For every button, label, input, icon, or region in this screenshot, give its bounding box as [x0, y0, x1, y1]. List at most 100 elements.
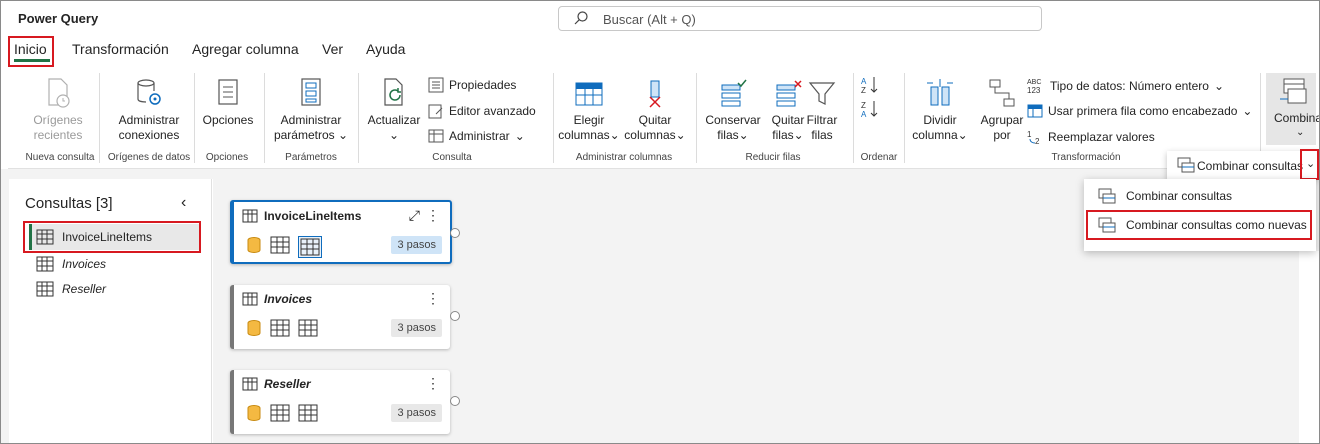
menu-item-combine-queries[interactable]: Combinar consultas: [1092, 183, 1308, 209]
more-options-icon[interactable]: ⋮: [426, 207, 440, 224]
recent-sources-label: Orígenes: [33, 113, 83, 127]
combine-queries-split-button[interactable]: Combinar consultas ⌄: [1167, 151, 1319, 180]
filter-rows-label: Filtrar: [806, 113, 838, 127]
replace-values-label: Reemplazar valores: [1048, 130, 1155, 144]
group-label-origenes: Orígenes de datos: [107, 152, 191, 163]
group-label-nueva-consulta: Nueva consulta: [25, 152, 95, 163]
replace-values-button[interactable]: 12 Reemplazar valores: [1027, 129, 1155, 145]
tab-agregar-columna[interactable]: Agregar columna: [192, 41, 299, 57]
manage-button[interactable]: Administrar ⌄: [428, 128, 525, 144]
table-icon: [270, 404, 290, 422]
ribbon-tabs: Inicio Transformación Agregar columna Ve…: [1, 37, 1319, 67]
separator: [904, 73, 905, 163]
choose-columns-button[interactable]: Elegir columnas⌄: [558, 77, 620, 143]
data-type-label: Tipo de datos: Número entero: [1050, 79, 1209, 93]
advanced-editor-label: Editor avanzado: [449, 104, 536, 118]
tab-ayuda[interactable]: Ayuda: [366, 41, 405, 57]
sort-ascending-button[interactable]: AZ: [858, 75, 882, 99]
keep-rows-label-2: filas: [717, 128, 739, 142]
card-title: Invoices: [264, 292, 313, 306]
table-icon: [298, 404, 318, 422]
svg-text:A: A: [861, 77, 867, 86]
svg-text:Z: Z: [861, 86, 866, 95]
manage-parameters-button[interactable]: Administrar parámetros ⌄: [270, 77, 352, 143]
remove-columns-label: Quitar: [638, 113, 672, 127]
group-label-ordenar: Ordenar: [860, 152, 898, 163]
combine-icon: [1280, 78, 1307, 104]
keep-rows-button[interactable]: Conservar filas⌄: [702, 77, 764, 143]
connector-dot[interactable]: [450, 396, 460, 406]
connector-dot[interactable]: [450, 228, 460, 238]
recent-sources-button[interactable]: Orígenes recientes: [30, 77, 86, 143]
manage-connections-button[interactable]: Administrar conexiones: [104, 77, 194, 143]
query-card-invoicelineitems[interactable]: InvoiceLineItems ⤢ ⋮ 3 pasos: [230, 200, 460, 264]
steps-badge: 3 pasos: [391, 404, 442, 422]
table-icon: [242, 209, 258, 223]
canvas-gap: [1, 169, 1319, 179]
tab-transformacion[interactable]: Transformación: [72, 41, 169, 57]
group-label-parametros: Parámetros: [285, 152, 337, 163]
highlight-dropdown-chevron: [1300, 149, 1319, 180]
group-label-opciones: Opciones: [205, 152, 249, 163]
separator: [1260, 73, 1261, 163]
table-icon: [36, 256, 54, 272]
advanced-editor-icon: [428, 104, 443, 119]
title-bar: Power Query Buscar (Alt + Q): [1, 1, 1319, 37]
connector-dot[interactable]: [450, 311, 460, 321]
advanced-editor-button[interactable]: Editor avanzado: [428, 103, 536, 119]
header-row-icon: [1027, 104, 1043, 118]
separator: [696, 73, 697, 163]
table-icon: [36, 281, 54, 297]
group-by-button[interactable]: Agrupar por: [976, 77, 1028, 143]
options-button[interactable]: Opciones: [200, 77, 256, 128]
merge-queries-icon: [1098, 188, 1116, 204]
data-type-button[interactable]: ABC 123 Tipo de datos: Número entero ⌄: [1027, 77, 1224, 95]
tab-ver[interactable]: Ver: [322, 41, 343, 57]
ribbon: Orígenes recientes Nueva consulta Admini…: [8, 69, 1319, 169]
app-title: Power Query: [18, 11, 99, 26]
use-first-row-button[interactable]: Usar primera fila como encabezado ⌄: [1027, 103, 1252, 119]
choose-columns-label-2: columnas: [558, 128, 610, 142]
filter-rows-button[interactable]: Filtrar filas: [806, 77, 838, 143]
query-card-invoices[interactable]: Invoices ⋮ 3 pasos: [230, 285, 460, 349]
power-query-window: Power Query Buscar (Alt + Q) Inicio Tran…: [0, 0, 1320, 444]
database-icon: [247, 237, 261, 254]
expand-icon[interactable]: ⤢: [409, 207, 420, 224]
highlight-combine-as-new: [1086, 210, 1312, 240]
more-options-icon[interactable]: ⋮: [426, 375, 440, 392]
collapse-pane-icon[interactable]: ‹: [181, 194, 186, 212]
remove-rows-button[interactable]: Quitar filas⌄: [766, 77, 810, 143]
search-placeholder: Buscar (Alt + Q): [603, 12, 696, 27]
group-by-label-2: por: [993, 128, 1011, 142]
recent-sources-label-2: recientes: [33, 128, 83, 142]
svg-text:A: A: [861, 110, 867, 119]
table-icon: [428, 129, 444, 143]
parameters-icon: [301, 78, 321, 106]
combine-button[interactable]: Combinar ⌄: [1266, 73, 1319, 145]
table-icon: [270, 319, 290, 337]
refresh-label: Actualizar: [367, 113, 421, 127]
card-title: InvoiceLineItems: [264, 209, 362, 223]
combine-queries-top-label: Combinar consultas: [1197, 159, 1304, 173]
manage-parameters-label-2: parámetros: [273, 128, 335, 142]
sort-descending-button[interactable]: ZA: [858, 99, 882, 123]
properties-label: Propiedades: [449, 78, 517, 92]
svg-text:1: 1: [1027, 130, 1032, 139]
properties-button[interactable]: Propiedades: [428, 77, 516, 93]
database-gear-icon: [137, 79, 161, 105]
split-column-button[interactable]: Dividir columna⌄: [910, 77, 970, 143]
query-card-reseller[interactable]: Reseller ⋮ 3 pasos: [230, 370, 460, 434]
separator: [553, 73, 554, 163]
separator: [264, 73, 265, 163]
search-box[interactable]: Buscar (Alt + Q): [558, 6, 1042, 31]
remove-columns-button[interactable]: Quitar columnas⌄: [622, 77, 688, 143]
refresh-button[interactable]: Actualizar ⌄: [364, 77, 424, 143]
manage-parameters-label: Administrar: [280, 113, 342, 127]
more-options-icon[interactable]: ⋮: [426, 290, 440, 307]
separator: [853, 73, 854, 163]
use-first-row-label: Usar primera fila como encabezado: [1048, 104, 1238, 118]
svg-text:ABC: ABC: [1027, 79, 1041, 86]
group-label-admin-columnas: Administrar columnas: [575, 152, 673, 163]
query-item-reseller[interactable]: Reseller: [29, 276, 199, 302]
query-item-invoices[interactable]: Invoices: [29, 251, 199, 277]
